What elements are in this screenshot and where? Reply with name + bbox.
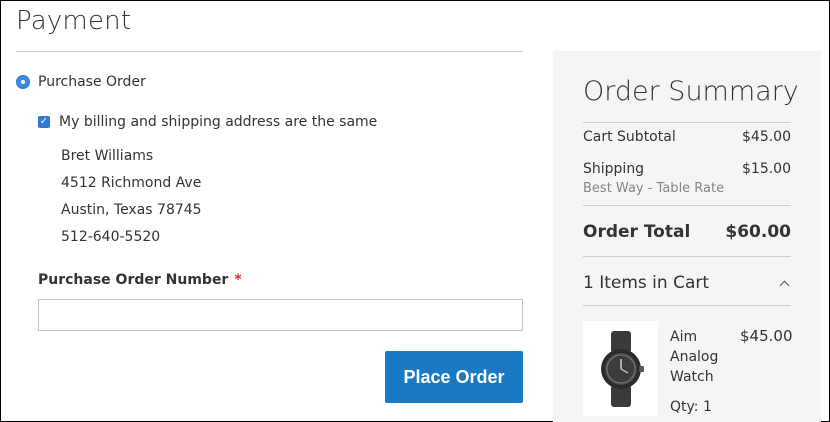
address-phone: 512-640-5520 (61, 229, 161, 245)
order-total-value: $60.00 (725, 222, 791, 242)
product-price: $45.00 (740, 327, 793, 345)
product-thumbnail[interactable] (583, 321, 658, 416)
order-summary-panel: Order Summary Cart Subtotal $45.00 Shipp… (553, 51, 821, 422)
shipping-label: Shipping (583, 161, 645, 177)
chevron-up-icon[interactable] (779, 278, 789, 288)
summary-divider (583, 122, 791, 123)
payment-method-option[interactable]: Purchase Order (16, 74, 146, 90)
watch-icon (600, 330, 644, 407)
subtotal-row: Cart Subtotal $45.00 (583, 129, 791, 145)
product-name-line: Aim (670, 329, 698, 345)
shipping-value: $15.00 (742, 161, 791, 177)
product-qty: Qty: 1 (670, 399, 712, 415)
same-address-option[interactable]: ✓ My billing and shipping address are th… (38, 114, 377, 130)
address-city-state-zip: Austin, Texas 78745 (61, 202, 202, 218)
checkbox-checked-icon[interactable]: ✓ (38, 116, 50, 128)
title-divider (16, 51, 523, 52)
same-address-label[interactable]: My billing and shipping address are the … (59, 114, 377, 130)
subtotal-value: $45.00 (742, 129, 791, 145)
po-number-label-text: Purchase Order Number (38, 272, 229, 288)
summary-divider (583, 205, 791, 206)
billing-address: Bret Williams 4512 Richmond Ave Austin, … (61, 146, 202, 254)
radio-selected-icon[interactable] (16, 75, 30, 89)
address-street: 4512 Richmond Ave (61, 175, 202, 191)
product-name: Aim Analog Watch (670, 327, 730, 387)
items-in-cart-label[interactable]: 1 Items in Cart (583, 273, 709, 293)
subtotal-label: Cart Subtotal (583, 129, 676, 145)
product-name-line: Watch (670, 369, 714, 385)
place-order-button[interactable]: Place Order (385, 351, 523, 403)
product-name-line: Analog (670, 349, 719, 365)
order-summary-title: Order Summary (583, 76, 799, 107)
items-in-cart-toggle[interactable]: 1 Items in Cart (583, 273, 791, 293)
required-marker: * (234, 272, 242, 288)
shipping-row: Shipping $15.00 (583, 161, 791, 177)
po-number-input[interactable] (38, 299, 523, 331)
order-total-label: Order Total (583, 222, 691, 242)
page-title: Payment (16, 6, 132, 36)
summary-divider (583, 305, 791, 306)
order-total-row: Order Total $60.00 (583, 222, 791, 242)
shipping-method: Best Way - Table Rate (583, 181, 725, 196)
summary-divider (583, 256, 791, 257)
po-number-label: Purchase Order Number * (38, 272, 242, 288)
payment-method-label[interactable]: Purchase Order (38, 74, 146, 90)
address-name: Bret Williams (61, 148, 154, 164)
